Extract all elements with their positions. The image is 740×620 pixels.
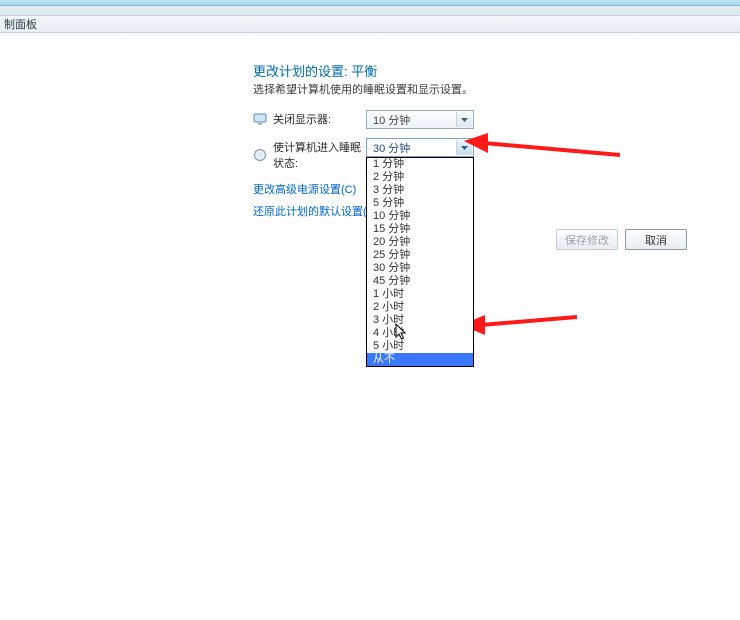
dropdown-option[interactable]: 45 分钟 [367,275,473,288]
dropdown-option[interactable]: 2 分钟 [367,171,473,184]
dropdown-option[interactable]: 5 分钟 [367,197,473,210]
dropdown-option[interactable]: 25 分钟 [367,249,473,262]
sleep-label: 使计算机进入睡眠状态: [273,139,369,171]
dropdown-option[interactable]: 2 小时 [367,301,473,314]
display-label: 关闭显示器: [273,111,369,127]
breadcrumb-text: 制面板 [4,16,37,32]
moon-icon [253,148,267,162]
link-advanced-power-settings[interactable]: 更改高级电源设置(C) [253,181,356,197]
dropdown-option[interactable]: 20 分钟 [367,236,473,249]
display-timeout-select[interactable]: 10 分钟 [366,110,474,129]
dropdown-option[interactable]: 3 小时 [367,314,473,327]
page-title: 更改计划的设置: 平衡 [253,61,377,80]
row-sleep: 使计算机进入睡眠状态: [253,139,369,171]
row-turn-off-display: 关闭显示器: [253,111,369,127]
chevron-down-icon[interactable] [456,140,472,155]
cancel-button-label: 取消 [645,232,667,248]
dropdown-option[interactable]: 1 分钟 [367,158,473,171]
sleep-timeout-dropdown[interactable]: 1 分钟2 分钟3 分钟5 分钟10 分钟15 分钟20 分钟25 分钟30 分… [366,157,474,367]
dropdown-option[interactable]: 15 分钟 [367,223,473,236]
monitor-icon [253,112,267,126]
sleep-timeout-select[interactable]: 30 分钟 [366,138,474,157]
save-button[interactable]: 保存修改 [556,229,618,250]
content-area: 更改计划的设置: 平衡 选择希望计算机使用的睡眠设置和显示设置。 关闭显示器: … [0,33,740,620]
page-subtitle: 选择希望计算机使用的睡眠设置和显示设置。 [253,81,473,97]
display-timeout-value: 10 分钟 [373,112,410,128]
chevron-down-icon[interactable] [456,112,472,127]
dropdown-option[interactable]: 1 小时 [367,288,473,301]
cancel-button[interactable]: 取消 [625,229,687,250]
dropdown-option[interactable]: 4 小时 [367,327,473,340]
dropdown-option[interactable]: 从不 [367,353,473,366]
breadcrumb: 制面板 [0,15,740,33]
link-restore-defaults[interactable]: 还原此计划的默认设置(R) [253,203,378,219]
sleep-timeout-value: 30 分钟 [373,140,410,156]
dropdown-option[interactable]: 30 分钟 [367,262,473,275]
dropdown-option[interactable]: 10 分钟 [367,210,473,223]
cursor-icon [395,323,409,341]
save-button-label: 保存修改 [565,232,609,248]
dropdown-option[interactable]: 5 小时 [367,340,473,353]
dropdown-option[interactable]: 3 分钟 [367,184,473,197]
top-gradient-divider [0,33,740,43]
annotation-arrow-top [462,131,622,161]
annotation-arrow-bottom [459,315,579,337]
window-titlebar-strip [0,6,740,15]
